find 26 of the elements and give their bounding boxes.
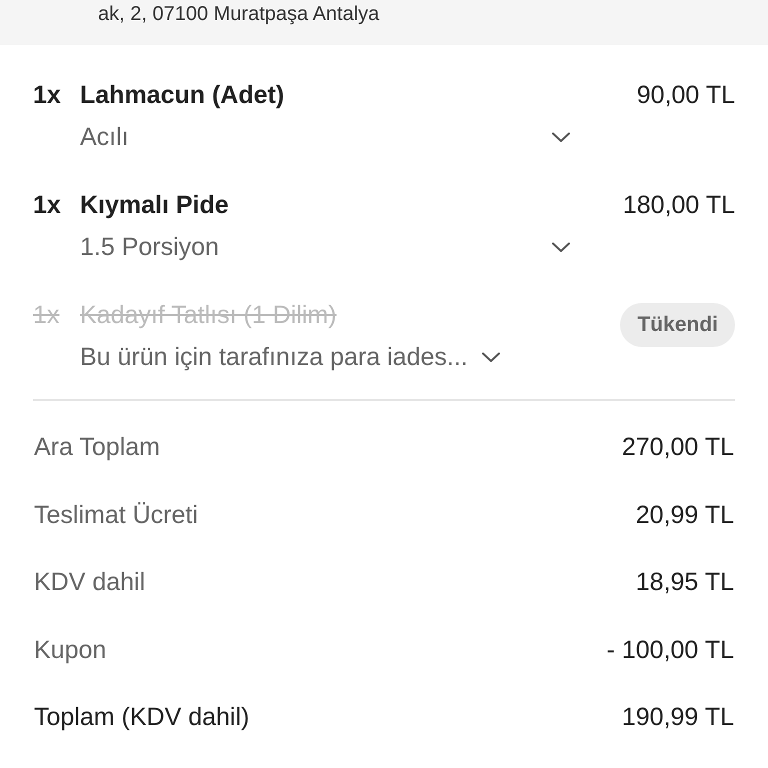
summary-label: Teslimat Ücreti	[34, 500, 198, 530]
summary-value: 270,00 TL	[622, 432, 734, 463]
item-note: Bu ürün için tarafınıza para iades...	[80, 342, 468, 373]
item-note: Acılı	[80, 122, 129, 153]
item-quantity: 1x	[33, 80, 62, 111]
item-note: 1.5 Porsiyon	[80, 232, 219, 263]
item-name: Kıymalı Pide	[80, 190, 230, 221]
summary-label: Ara Toplam	[34, 432, 160, 463]
sold-out-badge: Tükendi	[620, 303, 735, 347]
summary-label: Kupon	[34, 634, 106, 666]
item-quantity: 1x	[33, 190, 62, 221]
chevron-down-icon[interactable]	[552, 242, 570, 252]
item-name: Kadayıf Tatlısı (1 Dilim)	[80, 300, 338, 331]
summary-label: KDV dahil	[34, 567, 146, 598]
item-name: Lahmacun (Adet)	[80, 80, 286, 111]
summary-label: Toplam (KDV dahil)	[34, 702, 250, 733]
chevron-down-icon[interactable]	[482, 352, 500, 362]
summary-value: - 100,00 TL	[606, 634, 734, 666]
chevron-down-icon[interactable]	[552, 132, 570, 142]
summary-value: 18,95 TL	[636, 567, 734, 598]
summary-value: 190,99 TL	[622, 702, 734, 733]
address-text: ak, 2, 07100 Muratpaşa Antalya	[98, 2, 380, 26]
item-quantity: 1x	[33, 300, 60, 331]
summary-value: 20,99 TL	[636, 500, 734, 530]
item-price: 180,00 TL	[622, 190, 735, 221]
item-price: 90,00 TL	[636, 80, 735, 111]
